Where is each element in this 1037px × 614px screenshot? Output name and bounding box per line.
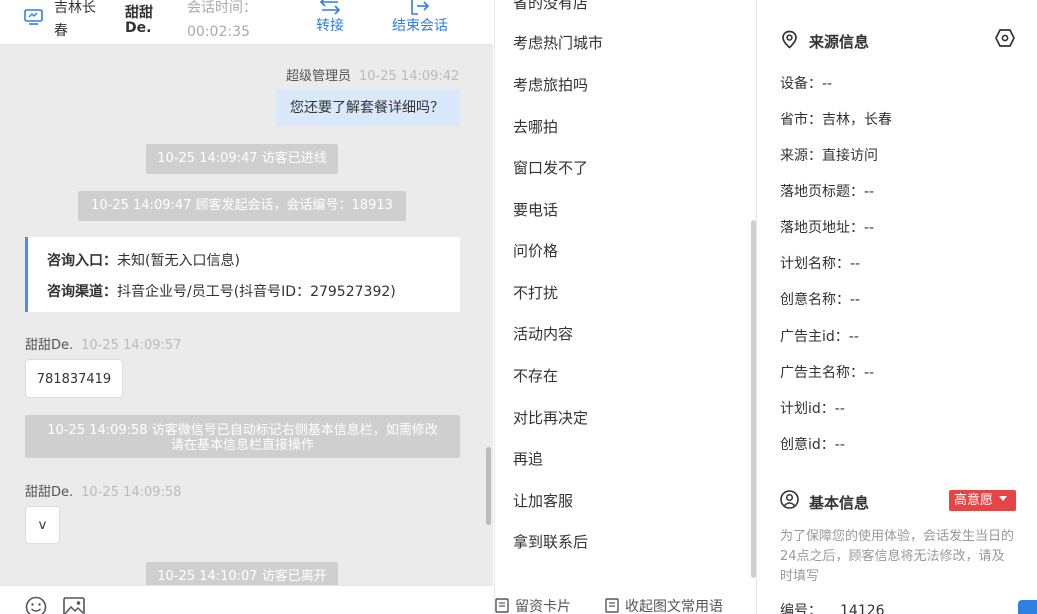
source-creative-id: 创意id：-- <box>780 437 845 453</box>
settings-hexagon-icon[interactable] <box>995 28 1015 52</box>
message-meta: 超级管理员 10-25 14:09:42 <box>286 65 459 84</box>
message-meta: 甜甜De. 10-25 14:09:57 <box>25 334 181 353</box>
source-landing-url: 落地页地址：-- <box>780 220 875 236</box>
basic-info-title: 基本信息 <box>809 494 870 512</box>
sender-name: 超级管理员 <box>286 69 352 84</box>
message-time: 10-25 14:09:42 <box>359 69 460 84</box>
consult-info-card: 咨询入口：未知(暂无入口信息) 咨询渠道：抖音企业号/员工号(抖音号ID：279… <box>25 237 460 312</box>
source-plan-name: 计划名称：-- <box>780 256 861 272</box>
source-province-city: 省市：吉林，长春 <box>780 112 892 128</box>
source-origin: 来源：直接访问 <box>780 148 878 164</box>
quick-reply-item[interactable]: 活动内容 <box>513 323 573 344</box>
document-icon <box>605 598 619 613</box>
exit-icon <box>411 0 430 15</box>
quick-reply-item[interactable]: 再追 <box>513 448 543 469</box>
quick-reply-item[interactable]: 考虑热门城市 <box>513 32 603 53</box>
consult-channel-value: 抖音企业号/员工号(抖音号ID：279527392) <box>117 284 396 300</box>
consult-entry-row: 咨询入口：未知(暂无入口信息) <box>47 250 240 270</box>
card-button-label: 留资卡片 <box>515 599 571 614</box>
chat-workspace: 吉林长 春 甜甜 De. 会话时间： 00:02:35 转接 结束会话 超级管理… <box>0 0 1037 614</box>
visitor-message-bubble: v <box>25 506 60 544</box>
caret-down-icon <box>999 496 1008 501</box>
quick-reply-item[interactable]: 让加客服 <box>513 490 573 511</box>
intent-level-badge[interactable]: 高意愿 <box>949 490 1016 511</box>
consult-channel-label: 咨询渠道： <box>47 284 117 300</box>
consult-entry-value: 未知(暂无入口信息) <box>117 253 240 269</box>
visitor-info-panel: 来源信息 设备：-- 省市：吉林，长春 来源：直接访问 落地页标题：-- 落地页… <box>758 0 1037 614</box>
transfer-icon <box>320 0 340 15</box>
quick-reply-item[interactable]: 问价格 <box>513 240 558 261</box>
consult-entry-label: 咨询入口： <box>47 253 117 269</box>
message-time: 10-25 14:09:57 <box>81 338 182 353</box>
quick-reply-item[interactable]: 拿到联系后 <box>513 531 588 552</box>
visitor-location-line1: 吉林长 <box>54 0 96 16</box>
message-time: 10-25 14:09:58 <box>81 485 182 500</box>
quick-reply-item[interactable]: 不打扰 <box>513 282 558 303</box>
quick-reply-item[interactable]: 对比再决定 <box>513 407 588 428</box>
user-circle-icon <box>780 490 799 513</box>
quick-reply-item[interactable]: 要电话 <box>513 199 558 220</box>
chat-panel: 吉林长 春 甜甜 De. 会话时间： 00:02:35 转接 结束会话 超级管理… <box>0 0 493 614</box>
quick-reply-panel: 省的没有店 考虑热门城市 考虑旅拍吗 去哪拍 窗口发不了 要电话 问价格 不打扰… <box>494 0 757 614</box>
monitor-icon <box>24 9 43 29</box>
system-message: 10-25 14:09:47 访客已进线 <box>146 144 338 174</box>
source-advertiser-name: 广告主名称：-- <box>780 365 875 381</box>
transfer-button[interactable]: 转接 <box>306 0 354 35</box>
chat-header: 吉林长 春 甜甜 De. 会话时间： 00:02:35 转接 结束会话 <box>0 0 493 45</box>
collapse-phrases-label: 收起图文常用语 <box>625 599 723 614</box>
quick-reply-item[interactable]: 不存在 <box>513 365 558 386</box>
source-advertiser-id: 广告主id：-- <box>780 329 859 345</box>
visitor-location-line2: 春 <box>54 23 68 39</box>
chat-float-button[interactable] <box>1018 600 1037 614</box>
duration-label: 会话时间： <box>187 0 257 16</box>
end-session-button[interactable]: 结束会话 <box>386 0 454 35</box>
agent-message-bubble: 您还要了解套餐详细吗？ <box>276 90 460 126</box>
agent-name-line2: De. <box>125 20 152 36</box>
intent-level-label: 高意愿 <box>954 493 994 508</box>
system-message-line: 请在基本信息栏直接操作 <box>170 438 314 453</box>
quick-reply-footer: 留资卡片 收起图文常用语 <box>495 592 758 614</box>
source-info-title: 来源信息 <box>809 33 870 51</box>
location-pin-icon <box>781 30 798 53</box>
system-message: 10-25 14:09:58 访客微信号已自动标记右侧基本信息栏，如需修改 请在… <box>25 415 460 458</box>
basic-id-label: 编号： <box>780 603 822 614</box>
collapse-phrases-button[interactable]: 收起图文常用语 <box>605 596 723 614</box>
document-icon <box>495 598 509 613</box>
sender-name: 甜甜De. <box>25 338 74 353</box>
quick-reply-item[interactable]: 窗口发不了 <box>513 157 588 178</box>
quick-reply-item[interactable]: 去哪拍 <box>513 116 558 137</box>
visitor-message-bubble: 781837419 <box>25 359 123 398</box>
duration-value: 00:02:35 <box>187 24 250 40</box>
emoji-icon[interactable] <box>25 596 47 614</box>
source-plan-id: 计划id：-- <box>780 401 845 417</box>
basic-id-value: 14126 <box>840 603 885 614</box>
source-creative-name: 创意名称：-- <box>780 292 861 308</box>
card-button[interactable]: 留资卡片 <box>495 596 571 614</box>
message-meta: 甜甜De. 10-25 14:09:58 <box>25 481 181 500</box>
quick-reply-scrollbar[interactable] <box>751 220 756 578</box>
consult-channel-row: 咨询渠道：抖音企业号/员工号(抖音号ID：279527392) <box>47 281 396 301</box>
transfer-label: 转接 <box>316 18 344 34</box>
quick-reply-item[interactable]: 省的没有店 <box>513 0 588 13</box>
image-icon[interactable] <box>63 597 85 614</box>
source-landing-title: 落地页标题：-- <box>780 184 875 200</box>
quick-reply-item[interactable]: 考虑旅拍吗 <box>513 74 588 95</box>
sender-name: 甜甜De. <box>25 485 74 500</box>
end-session-label: 结束会话 <box>392 18 448 34</box>
system-message-line: 10-25 14:09:58 访客微信号已自动标记右侧基本信息栏，如需修改 <box>47 423 438 438</box>
edit-notice: 为了保障您的使用体验，会话发生当日的24点之后，顾客信息将无法修改，请及时填写 <box>780 529 1015 584</box>
system-message: 10-25 14:09:47 顾客发起会话，会话编号：18913 <box>78 191 406 221</box>
chat-toolbar <box>0 585 493 614</box>
source-device: 设备：-- <box>780 76 833 92</box>
basic-id-row: 编号： 14126 <box>780 600 885 614</box>
chat-scrollbar[interactable] <box>486 447 491 525</box>
